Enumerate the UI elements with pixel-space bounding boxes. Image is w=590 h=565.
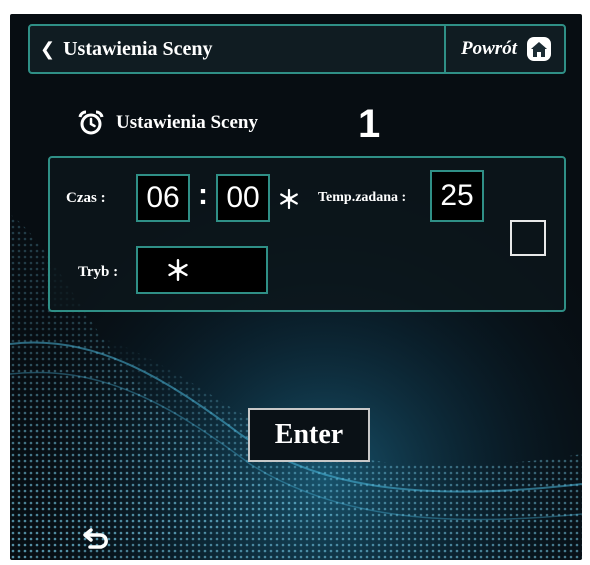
minute-field[interactable]: 00: [216, 174, 270, 222]
title-divider: [444, 26, 446, 72]
title-bar: ❮ Ustawienia Sceny Powrót: [28, 24, 566, 74]
return-label: Powrót: [461, 38, 517, 59]
back-button[interactable]: ❮ Ustawienia Sceny: [40, 26, 213, 72]
time-label: Czas :: [66, 190, 106, 206]
scene-header: Ustawienia Sceny: [78, 110, 258, 136]
scene-enable-checkbox[interactable]: [510, 220, 546, 256]
temp-field[interactable]: 25: [430, 170, 484, 222]
return-button[interactable]: Powrót: [450, 26, 564, 72]
hour-field[interactable]: 06: [136, 174, 190, 222]
chevron-left-icon: ❮: [40, 38, 56, 60]
home-icon: [526, 37, 551, 61]
scene-number: 1: [358, 102, 381, 146]
temp-label: Temp.zadana :: [318, 190, 407, 205]
mode-field[interactable]: [136, 246, 268, 294]
page-title: Ustawienia Sceny: [63, 37, 213, 60]
scene-label: Ustawienia Sceny: [116, 112, 258, 133]
snowflake-icon: [280, 188, 298, 210]
enter-button[interactable]: Enter: [248, 408, 370, 462]
time-separator: :: [198, 178, 208, 211]
settings-panel: Czas : 06 : 00 Temp.zadana : 25 Tryb :: [48, 156, 566, 312]
alarm-clock-icon: [78, 110, 104, 135]
mode-label: Tryb :: [78, 264, 119, 280]
device-screen: ❮ Ustawienia Sceny Powrót Ustawienia Sce…: [10, 14, 582, 560]
undo-arrow-icon[interactable]: [82, 524, 112, 552]
mode-snowflake-icon: [168, 258, 188, 282]
